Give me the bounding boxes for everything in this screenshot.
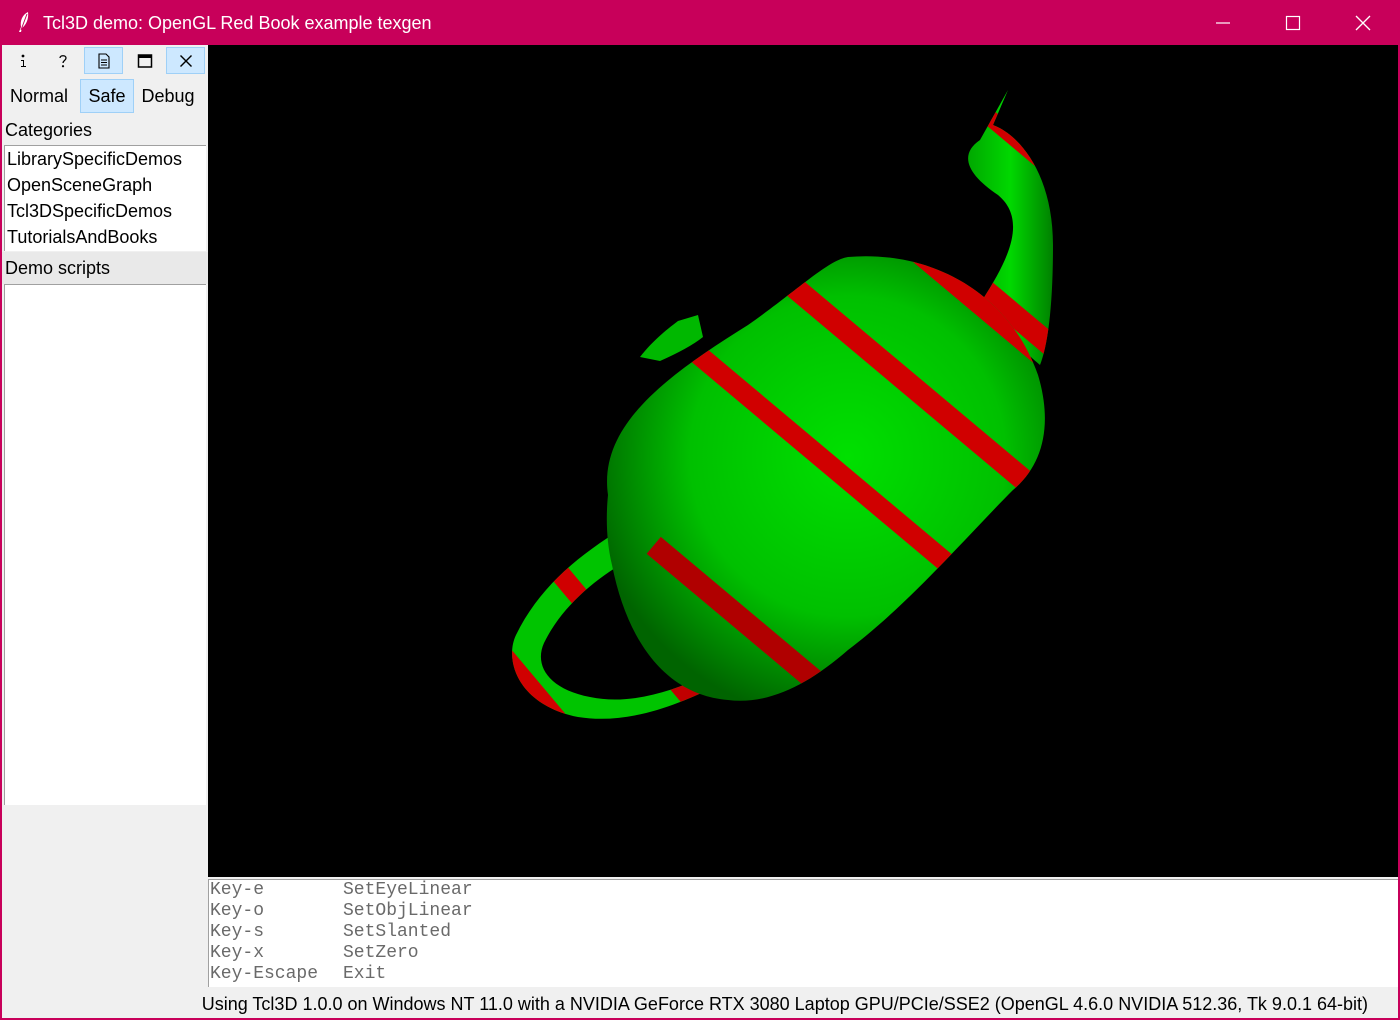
- mode-normal-button[interactable]: Normal: [4, 79, 74, 113]
- window-button[interactable]: [125, 47, 164, 74]
- info-icon: [20, 54, 26, 67]
- maximize-icon: [1285, 15, 1301, 31]
- category-item[interactable]: TutorialsAndBooks: [5, 224, 206, 250]
- title-bar[interactable]: Tcl3D demo: OpenGL Red Book example texg…: [0, 0, 1400, 45]
- left-panel: Normal Safe Debug Categories LibrarySpec…: [2, 45, 208, 1018]
- category-item[interactable]: LibrarySpecificDemos: [5, 146, 206, 172]
- opengl-canvas[interactable]: [208, 45, 1398, 877]
- categories-list[interactable]: LibrarySpecificDemos OpenSceneGraph Tcl3…: [4, 145, 206, 251]
- category-item[interactable]: OpenSceneGraph: [5, 172, 206, 198]
- close-icon: [179, 54, 192, 67]
- key-name: Key-e: [210, 880, 265, 900]
- mode-safe-button[interactable]: Safe: [80, 79, 134, 113]
- close-button[interactable]: [1328, 0, 1398, 45]
- mode-selector: Normal Safe Debug: [2, 79, 208, 113]
- close-icon: [1355, 15, 1371, 31]
- client-area: Normal Safe Debug Categories LibrarySpec…: [2, 45, 1398, 1018]
- key-help-line: Key-x SetZero: [209, 943, 1398, 964]
- help-icon: [58, 54, 67, 67]
- key-name: Key-o: [210, 901, 265, 921]
- categories-label: Categories: [5, 120, 93, 140]
- window-title: Tcl3D demo: OpenGL Red Book example texg…: [43, 13, 432, 33]
- demo-scripts-list[interactable]: [4, 284, 206, 805]
- help-button[interactable]: [43, 47, 82, 74]
- status-text: Using Tcl3D 1.0.0 on Windows NT 11.0 wit…: [201, 994, 1368, 1014]
- teapot-lid: [640, 315, 703, 361]
- key-action: SetEyeLinear: [343, 880, 473, 900]
- minimize-icon: [1216, 22, 1230, 24]
- maximize-button[interactable]: [1258, 0, 1328, 45]
- info-button[interactable]: [3, 47, 42, 74]
- key-help-text[interactable]: Key-e SetEyeLinear Key-o SetObjLinear Key-…: [208, 879, 1398, 987]
- key-action: SetSlanted: [343, 922, 452, 942]
- document-icon: [97, 52, 110, 69]
- key-help-line: Key-s SetSlanted: [209, 922, 1398, 943]
- key-name: Key-x: [210, 943, 265, 963]
- key-action: SetObjLinear: [343, 901, 473, 921]
- key-help-line: Key-o SetObjLinear: [209, 901, 1398, 922]
- feather-icon: [16, 11, 32, 33]
- document-button[interactable]: [84, 47, 123, 74]
- key-action: Exit: [343, 964, 387, 984]
- key-name: Key-Escape: [210, 964, 319, 984]
- teapot-render: [512, 90, 1053, 719]
- window-icon: [137, 53, 152, 68]
- close-demo-button[interactable]: [166, 47, 205, 74]
- key-help-line: Key-Escape Exit: [209, 964, 1398, 985]
- minimize-button[interactable]: [1188, 0, 1258, 45]
- key-help-line: Key-e SetEyeLinear: [209, 880, 1398, 901]
- key-name: Key-s: [210, 922, 265, 942]
- status-bar: Using Tcl3D 1.0.0 on Windows NT 11.0 wit…: [2, 989, 1398, 1018]
- demo-scripts-label: Demo scripts: [2, 252, 208, 284]
- key-action: SetZero: [343, 943, 419, 963]
- mode-debug-button[interactable]: Debug: [136, 79, 200, 113]
- toolbar: [2, 45, 208, 75]
- app-window: Tcl3D demo: OpenGL Red Book example texg…: [0, 0, 1400, 1020]
- category-item[interactable]: Tcl3DSpecificDemos: [5, 198, 206, 224]
